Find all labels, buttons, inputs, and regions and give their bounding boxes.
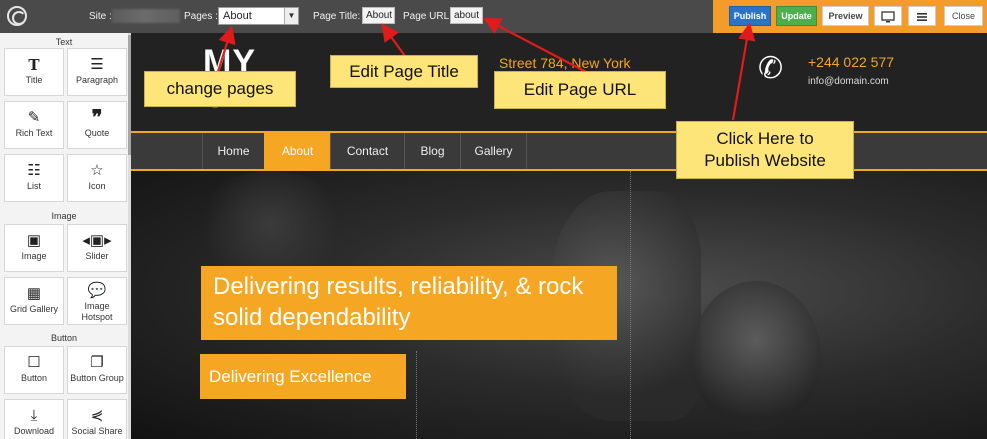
top-toolbar: Site : Pages : About ▼ Page Title: About… — [0, 0, 987, 33]
menu-button[interactable] — [908, 6, 936, 26]
title-t-icon: T — [28, 56, 40, 74]
widget-image[interactable]: ▣ Image — [4, 224, 64, 272]
site-label: Site : — [89, 11, 112, 22]
paragraph-icon: ☰ — [90, 56, 104, 73]
picture-icon: ▣ — [26, 232, 42, 249]
site-phone: +244 022 577 — [808, 54, 895, 70]
preview-button[interactable]: Preview — [822, 6, 869, 26]
widget-icon[interactable]: ☆ Icon — [67, 154, 127, 202]
copy-squares-icon: ❐ — [90, 354, 104, 371]
widget-label: Title — [25, 75, 43, 85]
site-nav: Home About Contact Blog Gallery — [131, 131, 987, 171]
widget-list[interactable]: ☷ List — [4, 154, 64, 202]
page-title-label: Page Title: — [313, 11, 361, 22]
slider-icon: ◂▣▸ — [82, 232, 112, 249]
callout-publish-line2: Publish Website — [704, 151, 826, 170]
widget-quote[interactable]: ❞ Quote — [67, 101, 127, 149]
site-address: Street 784, New York — [499, 55, 631, 71]
widget-image-hotspot[interactable]: 💬 Image Hotspot — [67, 277, 127, 325]
page-url-label: Page URL: — [403, 11, 452, 22]
phone-icon: ✆ — [758, 52, 784, 85]
site-email: info@domain.com — [808, 76, 889, 87]
widget-label: Download — [13, 426, 55, 436]
hero-bg-shape — [691, 281, 821, 431]
callout-publish-line1: Click Here to — [716, 129, 814, 148]
section-button-heading: Button — [50, 333, 78, 343]
list-icon: ☷ — [27, 162, 41, 179]
widget-rich-text[interactable]: ✎ Rich Text — [4, 101, 64, 149]
chevron-down-icon: ▼ — [284, 8, 298, 24]
widget-download[interactable]: ⤓ Download — [4, 399, 64, 439]
share-icon: ⋞ — [90, 407, 104, 424]
section-text-heading: Text — [55, 37, 73, 47]
nav-about[interactable]: About — [264, 133, 330, 169]
square-icon: ☐ — [27, 354, 41, 371]
widget-sidebar: Text T Title ☰ Paragraph ✎ Rich Text ❞ Q… — [0, 33, 131, 439]
column-guide — [416, 351, 417, 439]
hero-bg-shape — [191, 171, 351, 281]
section-image-heading: Image — [51, 211, 77, 221]
widget-label: Quote — [84, 128, 110, 138]
update-button[interactable]: Update — [776, 6, 817, 26]
publish-button[interactable]: Publish — [729, 6, 771, 26]
download-icon: ⤓ — [30, 407, 38, 424]
widget-label: Paragraph — [75, 75, 119, 85]
widget-label: Rich Text — [15, 128, 53, 138]
nav-contact[interactable]: Contact — [330, 133, 404, 169]
widget-paragraph[interactable]: ☰ Paragraph — [67, 48, 127, 96]
hero-title[interactable]: Delivering results, reliability, & rock … — [201, 266, 617, 340]
widget-button-group[interactable]: ❐ Button Group — [67, 346, 127, 394]
hamburger-icon — [917, 13, 927, 21]
pages-dropdown[interactable]: About ▼ — [218, 7, 299, 25]
callout-publish-help: Click Here to Publish Website — [676, 121, 854, 179]
widget-grid-gallery[interactable]: ▦ Grid Gallery — [4, 277, 64, 325]
widget-label: Button — [20, 373, 48, 383]
app-logo-icon[interactable] — [7, 6, 27, 26]
nav-home[interactable]: Home — [202, 133, 264, 169]
widget-label: Image — [21, 251, 47, 261]
action-bar: Publish Update Preview Close — [713, 0, 987, 33]
hero-subtitle[interactable]: Delivering Excellence — [200, 354, 406, 399]
widget-label: Icon — [88, 181, 106, 191]
column-guide — [630, 171, 631, 439]
editor-screen: Site : Pages : About ▼ Page Title: About… — [0, 0, 987, 439]
widget-social-share[interactable]: ⋞ Social Share — [67, 399, 127, 439]
callout-edit-url: Edit Page URL — [494, 71, 666, 109]
monitor-icon — [881, 11, 895, 23]
page-title-input[interactable]: About — [362, 7, 395, 24]
widget-label: Social Share — [71, 426, 123, 436]
grid-icon: ▦ — [26, 285, 42, 302]
callout-edit-title: Edit Page Title — [330, 55, 478, 88]
widget-label: List — [26, 181, 41, 191]
site-name-blurred — [112, 9, 180, 23]
widget-label: Slider — [85, 251, 109, 261]
page-url-input[interactable]: about — [450, 7, 483, 24]
desktop-view-button[interactable] — [874, 6, 902, 26]
edit-pencil-icon: ✎ — [27, 109, 41, 126]
pages-dropdown-value: About — [223, 10, 252, 22]
hotspot-chat-icon: 💬 — [87, 282, 107, 299]
widget-button[interactable]: ☐ Button — [4, 346, 64, 394]
callout-change-pages: change pages — [144, 71, 296, 107]
widget-label: Button Group — [70, 373, 124, 383]
widget-label: Image Hotspot — [81, 301, 113, 322]
close-button[interactable]: Close — [944, 6, 983, 26]
widget-title[interactable]: T Title — [4, 48, 64, 96]
widget-slider[interactable]: ◂▣▸ Slider — [67, 224, 127, 272]
hero-section[interactable]: Delivering results, reliability, & rock … — [131, 171, 987, 439]
star-icon: ☆ — [90, 162, 104, 179]
nav-blog[interactable]: Blog — [404, 133, 460, 169]
quote-icon: ❞ — [91, 107, 103, 129]
nav-gallery[interactable]: Gallery — [460, 133, 527, 169]
widget-label: Grid Gallery — [9, 304, 58, 314]
pages-label: Pages : — [184, 11, 218, 22]
